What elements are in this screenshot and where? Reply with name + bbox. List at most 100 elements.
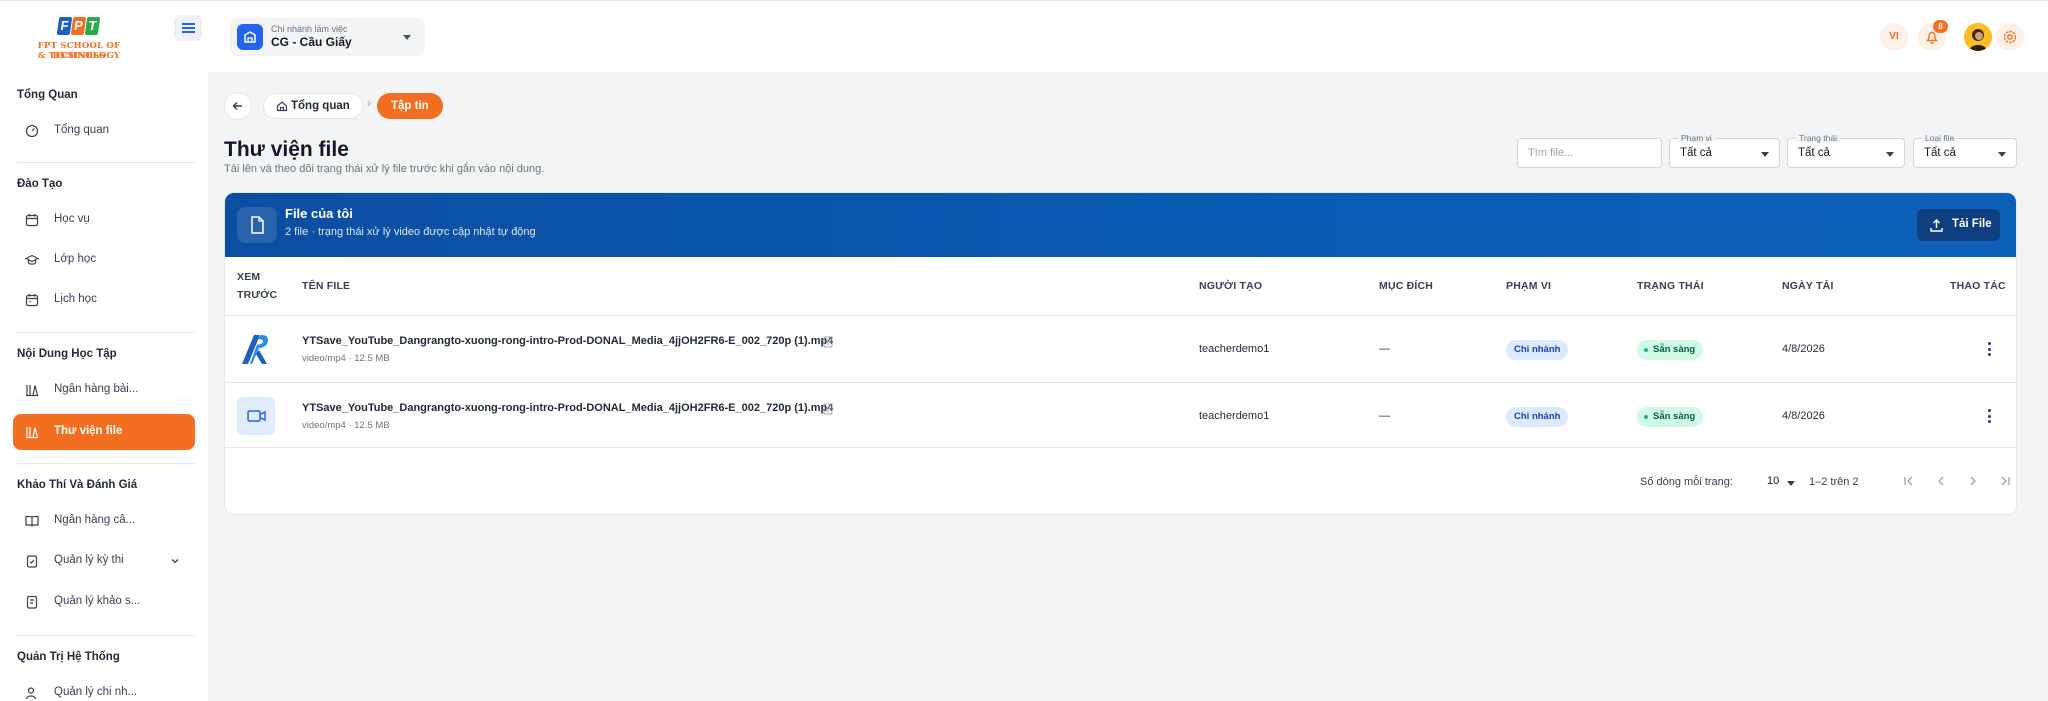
more-actions-icon[interactable]: [1988, 342, 1992, 358]
sidebar-item-label: Tổng quan: [54, 124, 109, 136]
sidebar-item-tong-quan[interactable]: Tổng quan: [13, 113, 195, 149]
survey-icon: [26, 595, 38, 609]
sidebar-item-label: Lớp học: [54, 253, 97, 265]
dashboard-icon: [25, 124, 39, 138]
sidebar-item-lop-hoc[interactable]: Lớp học: [13, 242, 195, 278]
file-purpose: —: [1379, 410, 1390, 422]
file-icon: [237, 207, 277, 243]
table-header: XEM TRƯỚC TÊN FILE NGƯỜI TẠO MỤC ĐÍCH PH…: [225, 257, 2016, 316]
sidebar-item-label: Học vụ: [54, 213, 90, 225]
main-content: Tổng quan › Tập tin Thư viện file Tải lê…: [208, 72, 2048, 701]
file-library-icon: [26, 427, 39, 439]
upload-date: 4/8/2026: [1782, 410, 1825, 422]
type-filter-label: Loại file: [1922, 133, 1958, 143]
building-icon: [237, 24, 263, 50]
upload-icon: [1930, 219, 1943, 232]
upload-button-label: Tải File: [1952, 218, 1992, 230]
branch-label: Chi nhánh làm việc: [271, 24, 348, 34]
file-meta: video/mp4 · 12.5 MB: [302, 353, 390, 364]
logo-line-2: & TECHNOLOGY: [37, 51, 121, 61]
sidebar-section-title: Quản Trị Hệ Thống: [17, 651, 120, 663]
breadcrumb-home[interactable]: Tổng quan: [263, 93, 363, 119]
sidebar-item-quan-ly-chi-nhanh[interactable]: Quản lý chi nh...: [13, 675, 195, 701]
rows-per-page-select[interactable]: 10: [1767, 475, 1779, 487]
settings-button[interactable]: [1996, 23, 2024, 51]
gear-icon: [2003, 30, 2017, 44]
breadcrumb-home-label: Tổng quan: [291, 100, 350, 112]
status-dot-icon: [1644, 348, 1648, 352]
sidebar-item-quan-ly-ky-thi[interactable]: Quản lý kỳ thi: [13, 543, 195, 579]
fpt-logo[interactable]: F P T FPT SCHOOL OF BUSINESS & TECHNOLOG…: [18, 13, 140, 63]
status-filter-select[interactable]: Trạng thái Tất cả: [1787, 133, 1905, 168]
academic-icon: [25, 214, 39, 227]
pagination: Số dòng mỗi trang: 10 1–2 trên 2: [225, 450, 2016, 514]
sidebar-item-quan-ly-khao-sat[interactable]: Quản lý khảo s...: [13, 584, 195, 620]
next-page-icon[interactable]: [1965, 473, 1981, 489]
sidebar-item-ngan-hang-bai[interactable]: Ngân hàng bài...: [13, 372, 195, 408]
file-list-card: File của tôi 2 file · trạng thái xử lý v…: [224, 192, 2017, 515]
upload-date: 4/8/2026: [1782, 343, 1825, 355]
file-search-input[interactable]: Tìm file...: [1517, 138, 1662, 168]
table-row[interactable]: YTSave_YouTube_Dangrangto-xuong-rong-int…: [225, 383, 2016, 448]
sidebar-item-label: Quản lý chi nh...: [54, 686, 138, 698]
sidebar-section-title: Khảo Thí Và Đánh Giá: [17, 479, 138, 491]
sidebar-item-label: Ngân hàng câ...: [54, 514, 136, 526]
column-header-purpose: MỤC ĐÍCH: [1379, 280, 1434, 292]
branch-selector[interactable]: Chi nhánh làm việc CG - Cầu Giấy: [230, 18, 425, 56]
card-subtitle: 2 file · trạng thái xử lý video được cập…: [285, 226, 536, 238]
file-name[interactable]: YTSave_YouTube_Dangrangto-xuong-rong-int…: [302, 335, 833, 347]
hamburger-icon: [181, 27, 195, 29]
sidebar-item-ngan-hang-cau[interactable]: Ngân hàng câ...: [13, 503, 195, 539]
sidebar-item-hoc-vu[interactable]: Học vụ: [13, 202, 195, 238]
language-switch[interactable]: VI: [1880, 23, 1908, 51]
file-creator: teacherdemo1: [1199, 343, 1270, 355]
sidebar-item-label: Quản lý kỳ thi: [54, 554, 124, 566]
column-header-name: TÊN FILE: [302, 280, 351, 292]
breadcrumb-separator: ›: [367, 96, 371, 110]
sidebar-item-label: Ngân hàng bài...: [54, 383, 139, 395]
back-button[interactable]: [224, 92, 252, 120]
user-avatar[interactable]: [1964, 23, 1992, 51]
status-filter-value: Tất cả: [1798, 147, 1830, 159]
file-creator: teacherdemo1: [1199, 410, 1270, 422]
document-icon: [823, 336, 833, 348]
type-filter-select[interactable]: Loại file Tất cả: [1913, 133, 2017, 168]
sidebar-item-label: Thư viện file: [54, 425, 123, 437]
column-header-scope: PHẠM VI: [1506, 280, 1552, 292]
file-thumbnail[interactable]: [237, 330, 275, 368]
top-header: F P T FPT SCHOOL OF BUSINESS & TECHNOLOG…: [0, 0, 2048, 72]
arrow-left-icon: [232, 102, 242, 110]
more-actions-icon[interactable]: [1988, 409, 1992, 425]
clipboard-icon: [26, 555, 38, 568]
last-page-icon[interactable]: [1997, 473, 2013, 489]
status-badge-label: Sẵn sàng: [1653, 344, 1696, 355]
notification-badge: 8: [1933, 20, 1948, 33]
status-filter-label: Trạng thái: [1796, 133, 1840, 143]
upload-file-button[interactable]: Tải File: [1917, 209, 2000, 241]
card-header: File của tôi 2 file · trạng thái xử lý v…: [225, 193, 2016, 257]
sidebar-section-title: Đào Tạo: [17, 178, 63, 190]
sidebar-item-label: Lịch học: [54, 293, 97, 305]
table-row[interactable]: YTSave_YouTube_Dangrangto-xuong-rong-int…: [225, 316, 2016, 383]
type-filter-value: Tất cả: [1924, 147, 1956, 159]
sidebar-item-lich-hoc[interactable]: Lịch học: [13, 282, 195, 318]
column-header-preview-2: TRƯỚC: [237, 289, 278, 301]
sidebar-divider: [17, 463, 195, 464]
users-icon: [25, 687, 37, 700]
prev-page-icon[interactable]: [1933, 473, 1949, 489]
sidebar: Tổng Quan Tổng quan Đào Tạo Học vụ Lớp h…: [0, 72, 208, 701]
video-icon: [247, 410, 266, 422]
menu-toggle-button[interactable]: [174, 15, 202, 41]
scope-badge: Chi nhánh: [1506, 340, 1569, 360]
file-name[interactable]: YTSave_YouTube_Dangrangto-xuong-rong-int…: [302, 402, 833, 414]
chevron-down-icon: [1998, 152, 2006, 157]
status-badge: Sẵn sàng: [1637, 340, 1704, 360]
sidebar-item-thu-vien-file[interactable]: Thư viện file: [13, 414, 195, 450]
library-icon: [26, 385, 39, 397]
first-page-icon[interactable]: [1901, 473, 1917, 489]
scope-filter-select[interactable]: Phạm vi Tất cả: [1669, 133, 1780, 168]
chevron-down-icon: [1761, 152, 1769, 157]
page-range: 1–2 trên 2: [1809, 476, 1859, 488]
chevron-down-icon: [403, 35, 411, 40]
file-thumbnail[interactable]: [237, 397, 275, 435]
